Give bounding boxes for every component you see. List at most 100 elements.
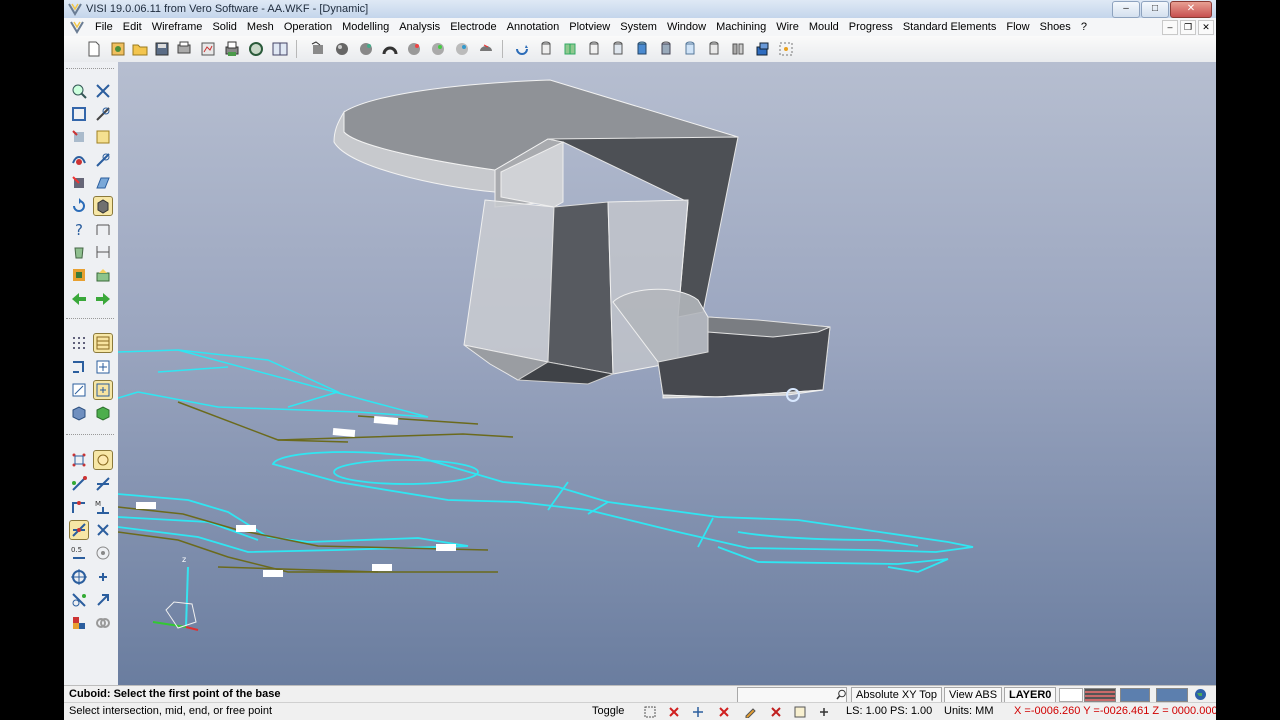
menu-window[interactable]: Window — [662, 21, 711, 33]
menu-annotation[interactable]: Annotation — [502, 21, 565, 33]
menu-wireframe[interactable]: Wireframe — [147, 21, 208, 33]
cylinder-double-icon[interactable] — [680, 39, 700, 59]
orbit-icon[interactable] — [70, 151, 88, 169]
menu-flow[interactable]: Flow — [1001, 21, 1034, 33]
snap-arrows-icon[interactable] — [94, 591, 112, 609]
undo-arrow-icon[interactable] — [70, 290, 88, 308]
menu-modelling[interactable]: Modelling — [337, 21, 394, 33]
cancel-icon[interactable] — [668, 706, 680, 718]
render-icon[interactable] — [404, 39, 424, 59]
split-view-icon[interactable] — [270, 39, 290, 59]
open-file-icon[interactable] — [108, 39, 128, 59]
print-preview-icon[interactable] — [174, 39, 194, 59]
snap-grid-toggle-icon[interactable] — [644, 706, 656, 718]
layer-select[interactable]: LAYER0 — [1004, 687, 1057, 703]
filter-icon[interactable] — [692, 706, 704, 718]
cylinder-blue-icon[interactable] — [584, 39, 604, 59]
cylinder-stack-icon[interactable] — [632, 39, 652, 59]
menu-mould[interactable]: Mould — [804, 21, 844, 33]
move-view-icon[interactable] — [93, 380, 113, 400]
snap-target-icon[interactable] — [94, 544, 112, 562]
menu-system[interactable]: System — [615, 21, 662, 33]
doc-close-button[interactable]: ✕ — [1198, 20, 1214, 35]
regenerate-icon[interactable] — [476, 39, 496, 59]
app-menu-icon[interactable] — [70, 20, 84, 34]
menu-progress[interactable]: Progress — [844, 21, 898, 33]
search-input[interactable] — [737, 687, 847, 703]
menu-operation[interactable]: Operation — [279, 21, 337, 33]
redo-arrow-icon[interactable] — [94, 290, 112, 308]
layer-icon[interactable] — [536, 39, 556, 59]
free-hand-icon[interactable] — [93, 450, 113, 470]
maximize-button[interactable]: □ — [1141, 1, 1169, 18]
menu-help[interactable]: ? — [1076, 21, 1092, 33]
edit-pen-icon[interactable] — [744, 706, 756, 718]
shaded-cube-icon[interactable] — [93, 196, 113, 216]
menu-electrode[interactable]: Electrode — [445, 21, 501, 33]
zoom-window-icon[interactable] — [70, 82, 88, 100]
minimize-button[interactable]: – — [1112, 1, 1140, 18]
line-width-swatch[interactable] — [1156, 688, 1188, 702]
workplane-icon[interactable] — [70, 358, 88, 376]
snap-distance-icon[interactable]: 0.5 — [70, 544, 88, 562]
fly-view-icon[interactable] — [452, 39, 472, 59]
zoom-fit-icon[interactable] — [94, 82, 112, 100]
wireframe-profile-bottom[interactable] — [118, 493, 469, 553]
menu-solid[interactable]: Solid — [207, 21, 241, 33]
search-icon[interactable] — [836, 689, 847, 700]
close-button[interactable]: ✕ — [1170, 1, 1212, 18]
menu-standard-elements[interactable]: Standard Elements — [898, 21, 1002, 33]
solid-green-icon[interactable] — [94, 404, 112, 422]
snap-tangent-icon[interactable] — [70, 591, 88, 609]
add-point-icon[interactable] — [818, 706, 830, 718]
point-grid-icon[interactable] — [70, 451, 88, 469]
pan-zoom-icon[interactable] — [94, 128, 112, 146]
snap-intersect-icon[interactable] — [94, 475, 112, 493]
menu-file[interactable]: File — [90, 21, 118, 33]
hidden-line-icon[interactable] — [356, 39, 376, 59]
wireframe-profile-main[interactable] — [271, 451, 974, 573]
new-file-icon[interactable] — [84, 39, 104, 59]
menu-plotview[interactable]: Plotview — [564, 21, 615, 33]
menu-edit[interactable]: Edit — [118, 21, 147, 33]
surface-icon[interactable] — [94, 174, 112, 192]
globe-icon[interactable] — [1194, 688, 1207, 701]
origin-icon[interactable] — [94, 358, 112, 376]
pan-icon[interactable] — [94, 105, 112, 123]
section-view-icon[interactable] — [428, 39, 448, 59]
measure-icon[interactable] — [94, 220, 112, 238]
snap-center-icon[interactable]: M — [94, 498, 112, 516]
cylinder-grey-icon[interactable] — [560, 39, 580, 59]
stop-icon[interactable] — [770, 706, 782, 718]
plot-icon[interactable] — [198, 39, 218, 59]
solid-box-icon[interactable] — [70, 404, 88, 422]
help-icon[interactable]: ? — [70, 220, 88, 238]
shade-model-icon[interactable] — [332, 39, 352, 59]
rotate-view-icon[interactable] — [308, 39, 328, 59]
wireframe-profile-top[interactable] — [118, 349, 429, 418]
zoom-extents-icon[interactable] — [70, 105, 88, 123]
line-style-swatch[interactable] — [1084, 688, 1116, 702]
window-toggle-icon[interactable] — [794, 706, 806, 718]
camera-icon[interactable] — [704, 39, 724, 59]
snap-link-icon[interactable] — [94, 614, 112, 632]
snap-endpoint-icon[interactable] — [70, 475, 88, 493]
menu-wire[interactable]: Wire — [771, 21, 804, 33]
snap-cross-icon[interactable] — [94, 521, 112, 539]
snap-tools-icon[interactable] — [70, 614, 88, 632]
view-select[interactable]: View ABS — [944, 687, 1003, 703]
solid-part[interactable] — [333, 79, 831, 399]
delete-icon[interactable] — [70, 243, 88, 261]
print-icon[interactable] — [222, 39, 242, 59]
open-folder-icon[interactable] — [130, 39, 150, 59]
color-swatch-white[interactable] — [1059, 688, 1083, 702]
zoom-icon[interactable] — [246, 39, 266, 59]
save-icon[interactable] — [152, 39, 172, 59]
construction-plane-select[interactable]: Absolute XY Top — [851, 687, 942, 703]
cancel-alt-icon[interactable] — [718, 706, 730, 718]
graphics-viewport[interactable]: z — [118, 62, 1216, 685]
grid-snap-icon[interactable] — [728, 39, 748, 59]
pan-zoom2-icon[interactable] — [94, 151, 112, 169]
properties-icon[interactable] — [94, 243, 112, 261]
menu-machining[interactable]: Machining — [711, 21, 771, 33]
